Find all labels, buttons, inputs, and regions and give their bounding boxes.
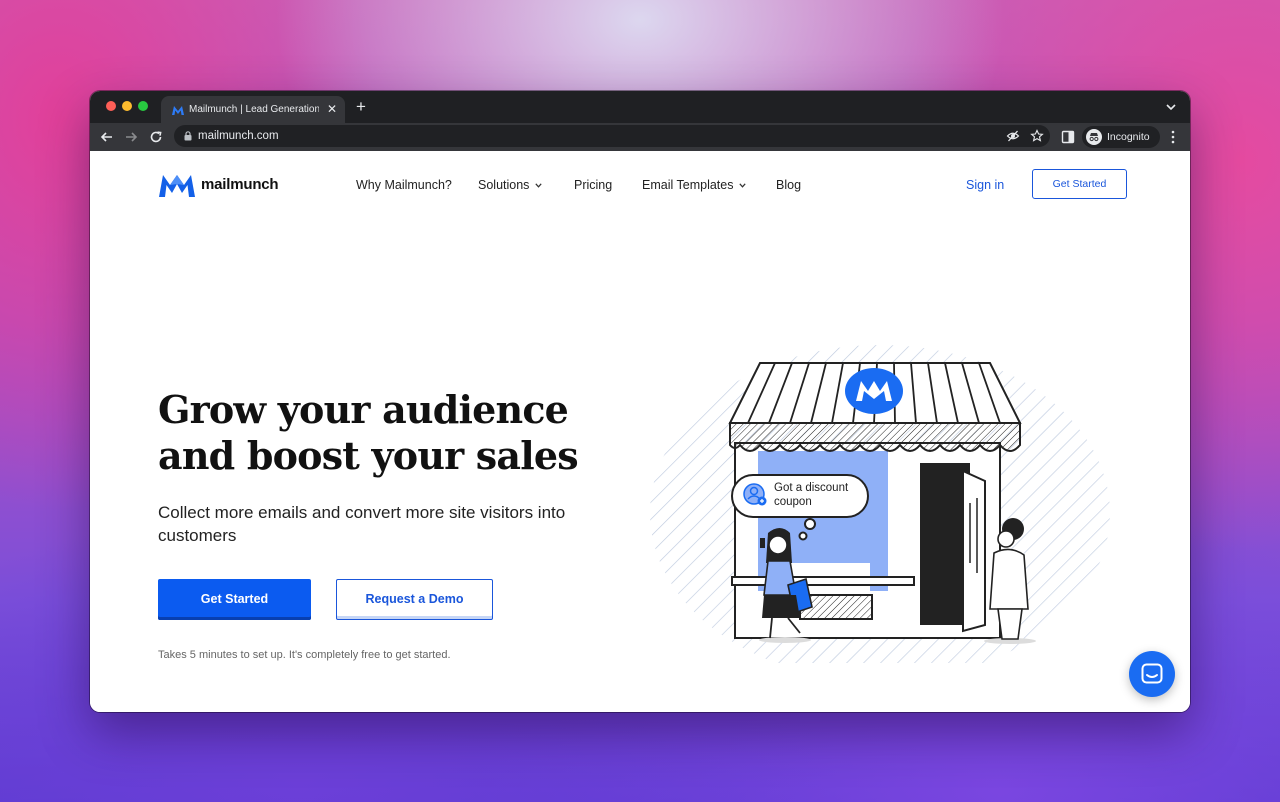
reload-icon[interactable] [147,128,165,146]
hero-title: Grow your audience and boost your sales [158,387,598,479]
nav-email-templates-label: Email Templates [642,178,734,192]
get-started-button[interactable]: Get Started [158,579,311,620]
setup-note: Takes 5 minutes to set up. It's complete… [158,649,451,661]
sign-in-link[interactable]: Sign in [966,177,1004,193]
browser-toolbar: mailmunch.com Incognito [90,123,1190,151]
request-demo-button[interactable]: Request a Demo [336,579,493,620]
new-tab-icon[interactable]: + [352,98,370,116]
incognito-profile-button[interactable]: Incognito [1082,126,1160,148]
tracking-protection-eye-icon[interactable] [1006,129,1020,143]
bubble-text-line2: coupon [774,496,812,508]
chevron-down-icon [739,183,747,188]
minimize-window-button[interactable] [122,101,132,111]
side-panel-icon[interactable] [1061,130,1075,144]
storefront-illustration: Got a discount coupon [650,345,1110,663]
address-bar[interactable]: mailmunch.com [174,125,1050,147]
incognito-icon [1086,129,1102,145]
nav-email-templates[interactable]: Email Templates [642,177,747,193]
forward-arrow-icon[interactable] [122,128,140,146]
nav-solutions[interactable]: Solutions [478,177,543,193]
incognito-label: Incognito [1107,131,1150,143]
mailmunch-favicon-icon [172,106,184,115]
close-window-button[interactable] [106,101,116,111]
hero-subtitle: Collect more emails and convert more sit… [158,503,566,545]
browser-menu-icon[interactable] [1168,129,1178,145]
web-page: mailmunch Why Mailmunch? Solutions Prici… [90,151,1190,712]
header-get-started-button[interactable]: Get Started [1032,169,1127,199]
maximize-window-button[interactable] [138,101,148,111]
nav-pricing[interactable]: Pricing [574,177,612,193]
bubble-text-line1: Got a discount [774,482,849,494]
hero-title-line1: Grow your audience [158,387,569,432]
hero-title-line2: and boost your sales [158,433,579,478]
chevron-down-icon [535,183,543,188]
mailmunch-logo-icon [159,175,195,197]
logo-text: mailmunch [201,176,279,193]
mailmunch-logo[interactable]: mailmunch [158,171,288,199]
nav-solutions-label: Solutions [478,178,530,192]
tab-close-icon[interactable]: ✕ [325,102,339,116]
url-text: mailmunch.com [198,130,279,142]
back-arrow-icon[interactable] [98,128,116,146]
nav-blog[interactable]: Blog [776,177,801,193]
bookmark-star-icon[interactable] [1030,129,1044,143]
browser-tab[interactable]: Mailmunch | Lead Generation a ✕ [161,96,345,123]
nav-why-mailmunch[interactable]: Why Mailmunch? [356,177,452,193]
browser-window: Mailmunch | Lead Generation a ✕ + mailmu… [90,91,1190,712]
tab-search-chevron-icon[interactable] [1164,101,1178,113]
tab-title: Mailmunch | Lead Generation a [189,104,319,115]
lock-icon [184,131,192,141]
chat-launcher-button[interactable] [1129,651,1175,697]
tab-bar: Mailmunch | Lead Generation a ✕ + [90,91,1190,123]
chat-icon [1141,663,1163,684]
